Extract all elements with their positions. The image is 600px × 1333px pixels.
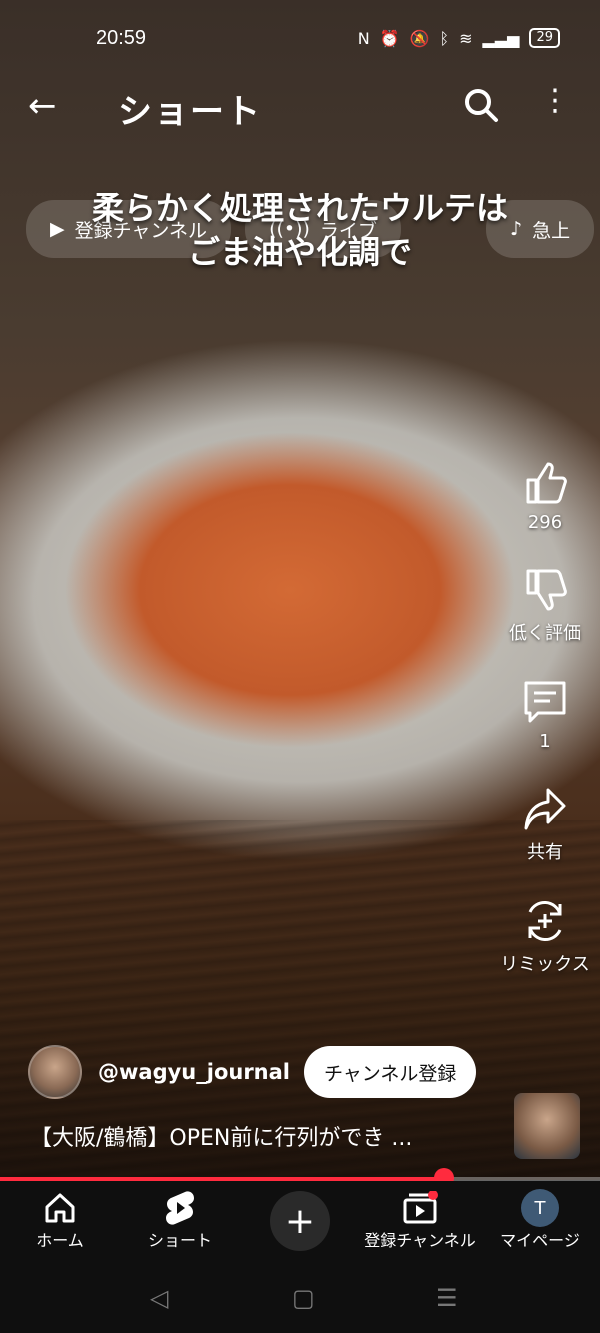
dislike-label: 低く評価	[509, 623, 581, 644]
comment-count: 1	[539, 731, 551, 752]
system-home-icon[interactable]: ▢	[292, 1284, 315, 1312]
nav-label: ショート	[147, 1231, 212, 1250]
user-avatar: T	[521, 1189, 559, 1227]
system-back-icon[interactable]: ◁	[150, 1284, 168, 1312]
shorts-icon	[120, 1189, 240, 1227]
nav-label: 登録チャンネル	[364, 1231, 476, 1250]
page-title: ショート	[118, 93, 262, 131]
more-vert-icon[interactable]: ⋮	[540, 86, 570, 116]
channel-row: @wagyu_journal チャンネル登録	[28, 1045, 477, 1099]
dislike-button[interactable]: 低く評価	[490, 567, 600, 645]
thumbs-down-icon	[526, 569, 567, 611]
home-icon	[0, 1189, 120, 1227]
bluetooth-icon: ᛒ	[439, 28, 450, 48]
mute-icon: 🔕	[409, 28, 430, 48]
bottom-navigation: ホーム ショート + 登録チャンネル T マイページ	[0, 1181, 600, 1266]
status-bar: 20:59 N ⏰ 🔕 ᛒ ≋ ▂▃▅ 29	[0, 0, 600, 80]
system-menu-icon[interactable]: ☰	[436, 1284, 458, 1312]
nav-me[interactable]: T マイページ	[480, 1189, 600, 1251]
alarm-icon: ⏰	[379, 28, 400, 48]
nfc-icon: N	[357, 28, 370, 48]
signal-icon: ▂▃▅	[482, 28, 520, 48]
nav-home[interactable]: ホーム	[0, 1189, 120, 1251]
remix-label: リミックス	[500, 954, 590, 975]
channel-avatar[interactable]	[28, 1045, 82, 1099]
share-icon	[524, 788, 566, 830]
plus-icon: +	[284, 1200, 316, 1242]
nav-shorts[interactable]: ショート	[120, 1189, 240, 1251]
share-label: 共有	[527, 842, 563, 863]
status-icons: N ⏰ 🔕 ᛒ ≋ ▂▃▅ 29	[358, 28, 560, 48]
battery-icon: 29	[529, 28, 560, 48]
channel-handle[interactable]: @wagyu_journal	[98, 1060, 290, 1084]
remix-button[interactable]: リミックス	[490, 898, 600, 976]
nav-label: マイページ	[500, 1231, 580, 1250]
me-avatar-wrap: T	[480, 1189, 600, 1227]
wifi-icon: ≋	[459, 28, 473, 48]
video-caption: 柔らかく処理されたウルテは ごま油や化調で	[0, 186, 600, 274]
subscribe-button[interactable]: チャンネル登録	[304, 1046, 477, 1098]
search-icon[interactable]	[462, 86, 500, 128]
caption-line-1: 柔らかく処理されたウルテは	[91, 189, 508, 227]
nav-subscriptions[interactable]: 登録チャンネル	[360, 1189, 480, 1251]
caption-line-2: ごま油や化調で	[187, 233, 412, 271]
nav-label: ホーム	[36, 1231, 84, 1250]
sound-thumbnail[interactable]	[514, 1093, 580, 1159]
comment-icon	[524, 681, 566, 723]
share-button[interactable]: 共有	[490, 786, 600, 864]
comments-button[interactable]: 1	[490, 679, 600, 752]
like-count: 296	[527, 512, 563, 533]
action-rail: 296 低く評価 1 共有 リミックス	[490, 460, 600, 1010]
video-title[interactable]: 【大阪/鶴橋】OPEN前に行列ができ ...	[30, 1120, 412, 1152]
back-arrow-icon[interactable]: ←	[28, 86, 57, 126]
like-button[interactable]: 296	[490, 460, 600, 533]
remix-icon	[528, 901, 562, 941]
system-navigation-bar: ◁ ▢ ☰	[0, 1266, 600, 1333]
top-app-bar: ← ショート ⋮	[0, 80, 600, 136]
create-button[interactable]: +	[270, 1191, 330, 1251]
subscriptions-nav-icon	[360, 1189, 480, 1227]
clock: 20:59	[96, 27, 147, 49]
thumbs-up-icon	[526, 462, 567, 504]
